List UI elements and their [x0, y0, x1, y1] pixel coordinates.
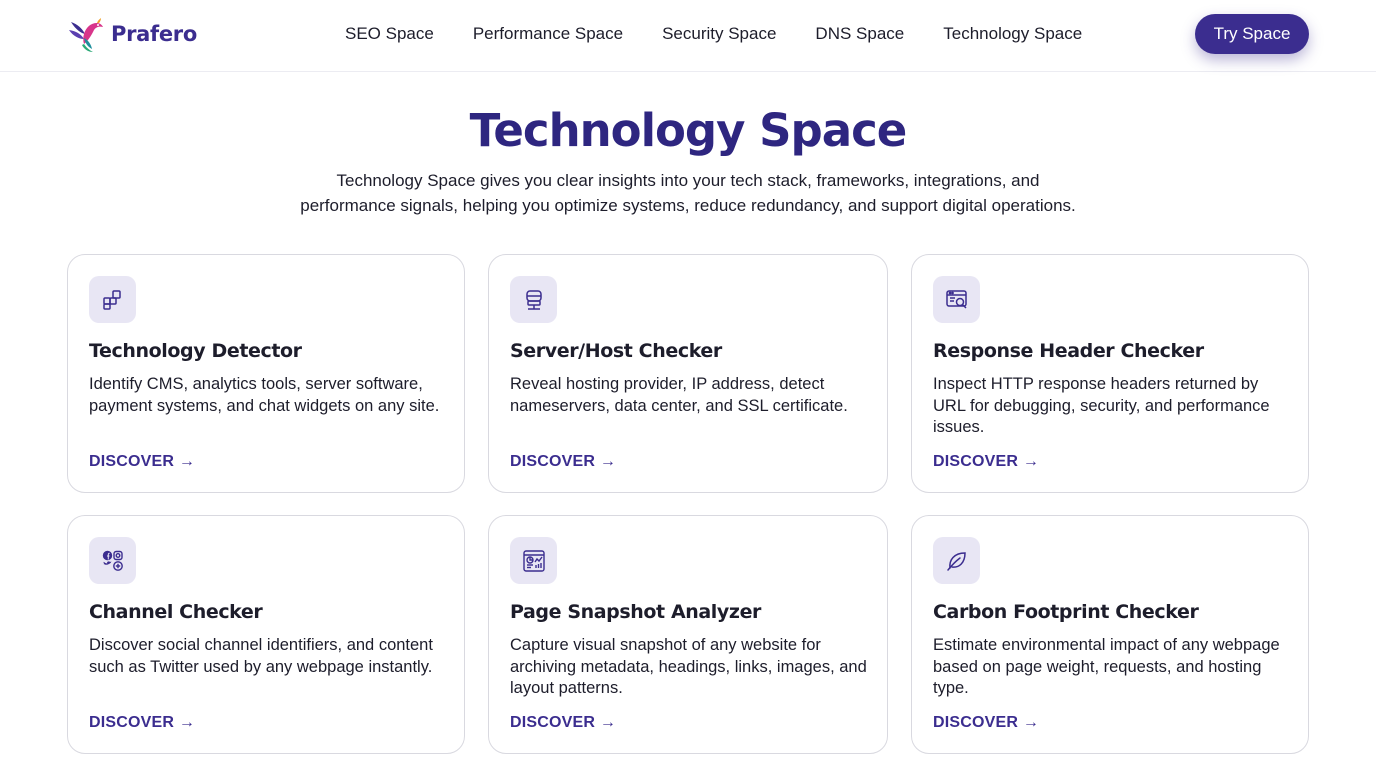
dashboard-icon [510, 537, 557, 584]
card-title: Page Snapshot Analyzer [510, 601, 762, 623]
discover-link[interactable]: DISCOVER → [89, 714, 195, 732]
page-description: Technology Space gives you clear insight… [300, 171, 1076, 215]
tool-card-channel-checker[interactable]: Channel Checker Discover social channel … [67, 515, 465, 754]
social-icons [89, 537, 136, 584]
discover-link[interactable]: DISCOVER → [510, 714, 616, 732]
card-title: Response Header Checker [933, 340, 1204, 362]
server-icon [510, 276, 557, 323]
card-title: Technology Detector [89, 340, 302, 362]
site-header: Prafero SEO Space Performance Space Secu… [0, 0, 1376, 72]
card-description: Reveal hosting provider, IP address, det… [510, 375, 848, 415]
tool-card-response-header-checker[interactable]: Response Header Checker Inspect HTTP res… [911, 254, 1309, 493]
card-title: Server/Host Checker [510, 340, 722, 362]
brand-logo[interactable]: Prafero [67, 14, 197, 54]
discover-link[interactable]: DISCOVER → [89, 453, 195, 471]
discover-link[interactable]: DISCOVER → [510, 453, 616, 471]
nav-seo-space[interactable]: SEO Space [345, 22, 434, 46]
tool-card-carbon-footprint-checker[interactable]: Carbon Footprint Checker Estimate enviro… [911, 515, 1309, 754]
card-description: Inspect HTTP response headers returned b… [933, 375, 1270, 436]
tool-card-server-host-checker[interactable]: Server/Host Checker Reveal hosting provi… [488, 254, 888, 493]
card-title: Carbon Footprint Checker [933, 601, 1199, 623]
card-title: Channel Checker [89, 601, 263, 623]
nav-security-space[interactable]: Security Space [662, 22, 776, 46]
nav-dns-space[interactable]: DNS Space [815, 22, 904, 46]
brand-name: Prafero [111, 22, 197, 46]
card-description: Discover social channel identifiers, and… [89, 636, 433, 676]
card-description: Identify CMS, analytics tools, server so… [89, 375, 440, 415]
main-nav: SEO Space Performance Space Security Spa… [345, 22, 1082, 46]
nav-technology-space[interactable]: Technology Space [943, 22, 1082, 46]
bird-logo-icon [69, 18, 103, 52]
card-description: Estimate environmental impact of any web… [933, 636, 1280, 697]
leaf-icon [933, 537, 980, 584]
tool-card-technology-detector[interactable]: Technology Detector Identify CMS, analyt… [67, 254, 465, 493]
blocks-icon [89, 276, 136, 323]
browser-search-icon [933, 276, 980, 323]
discover-link[interactable]: DISCOVER → [933, 714, 1039, 732]
try-space-button[interactable]: Try Space [1195, 14, 1309, 54]
nav-performance-space[interactable]: Performance Space [473, 22, 623, 46]
card-description: Capture visual snapshot of any website f… [510, 636, 867, 697]
tool-card-page-snapshot-analyzer[interactable]: Page Snapshot Analyzer Capture visual sn… [488, 515, 888, 754]
page-title: Technology Space [469, 104, 908, 157]
discover-link[interactable]: DISCOVER → [933, 453, 1039, 471]
